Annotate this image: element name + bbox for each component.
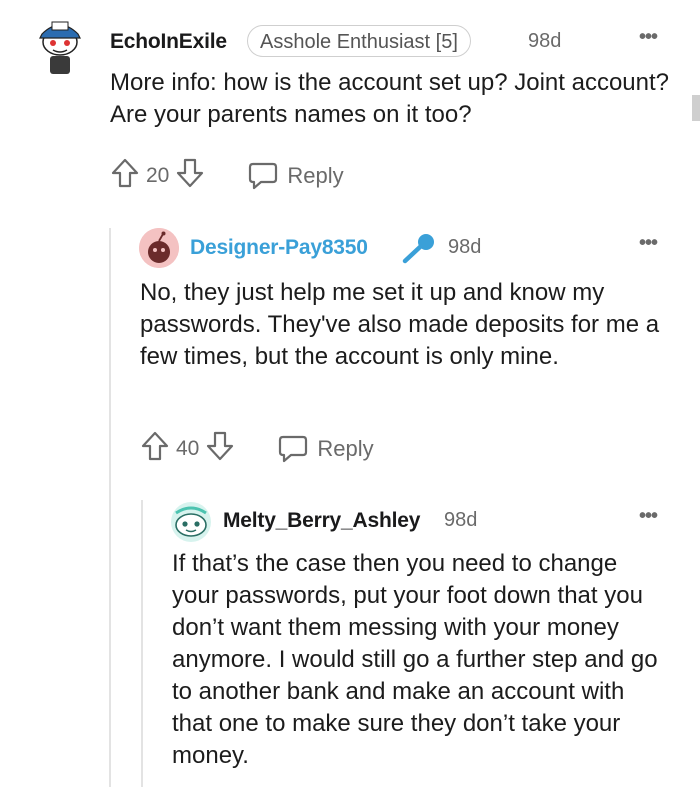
timestamp[interactable]: 98d: [448, 236, 481, 259]
reply-label: Reply: [317, 435, 374, 461]
comment-body: If that’s the case then you need to chan…: [172, 550, 658, 769]
snoo-avatar-icon: [139, 228, 179, 268]
reply-button[interactable]: Reply: [247, 161, 344, 191]
more-options-icon[interactable]: •••: [639, 232, 658, 255]
timestamp[interactable]: 98d: [528, 30, 561, 53]
scrollbar-thumb[interactable]: [692, 95, 700, 121]
username[interactable]: EchoInExile: [110, 30, 227, 54]
speech-bubble-icon: [249, 162, 278, 189]
more-options-icon[interactable]: •••: [639, 505, 658, 528]
avatar[interactable]: [139, 228, 179, 268]
arrow-down-icon[interactable]: [175, 157, 205, 194]
snoo-avatar-icon: [171, 502, 211, 542]
comment-actions: 20 Reply: [110, 157, 344, 194]
comment-actions: 40 Reply: [140, 430, 374, 467]
snoo-avatar-icon: [39, 21, 81, 74]
username[interactable]: Melty_Berry_Ashley: [223, 509, 420, 533]
avatar[interactable]: [36, 12, 84, 74]
username[interactable]: Designer-Pay8350: [190, 236, 368, 260]
vote-count: 40: [176, 436, 200, 460]
reply-button[interactable]: Reply: [277, 434, 374, 464]
user-flair: Asshole Enthusiast [5]: [247, 25, 471, 57]
arrow-up-icon[interactable]: [140, 430, 170, 467]
comment-body: No, they just help me set it up and know…: [140, 279, 660, 370]
vote-count: 20: [146, 163, 170, 187]
timestamp[interactable]: 98d: [444, 509, 477, 532]
microphone-icon: [400, 232, 436, 269]
avatar[interactable]: [170, 501, 212, 543]
arrow-down-icon[interactable]: [205, 430, 235, 467]
more-options-icon[interactable]: •••: [639, 26, 658, 49]
speech-bubble-icon: [279, 435, 308, 462]
reply-label: Reply: [287, 162, 344, 188]
comment-body: More info: how is the account set up? Jo…: [110, 69, 669, 128]
thread-line-level1[interactable]: [109, 228, 111, 787]
arrow-up-icon[interactable]: [110, 157, 140, 194]
thread-line-level2[interactable]: [141, 500, 143, 787]
